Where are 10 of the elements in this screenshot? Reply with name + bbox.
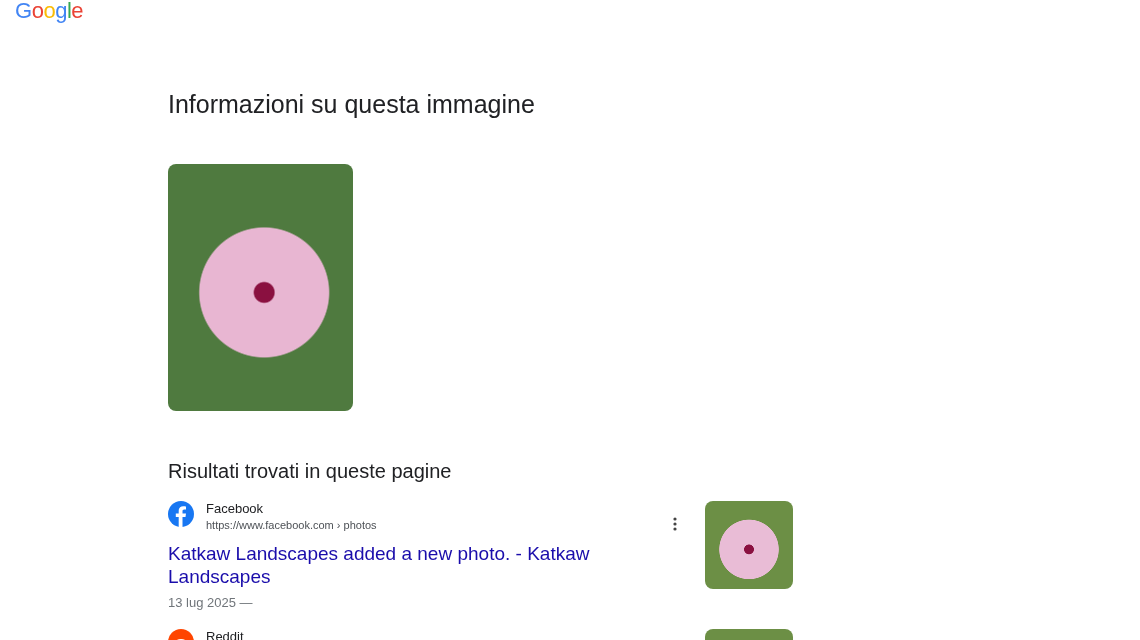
result-date: 13 lug 2025 — bbox=[168, 594, 254, 612]
facebook-icon bbox=[168, 501, 194, 527]
result-link[interactable]: Katkaw Landscapes added a new photo. - Katkaw Landscapes bbox=[168, 542, 608, 588]
google-logo[interactable]: Google bbox=[0, 0, 83, 22]
more-icon bbox=[673, 516, 677, 531]
thumbnail-photo[interactable] bbox=[705, 501, 793, 589]
page-heading: Informazioni su questa immagine bbox=[168, 89, 536, 120]
site-url: https://www.facebook.com › photos bbox=[206, 518, 377, 533]
site-name: Facebook bbox=[206, 501, 265, 517]
section-heading: Risultati trovati in queste pagine bbox=[168, 459, 453, 484]
